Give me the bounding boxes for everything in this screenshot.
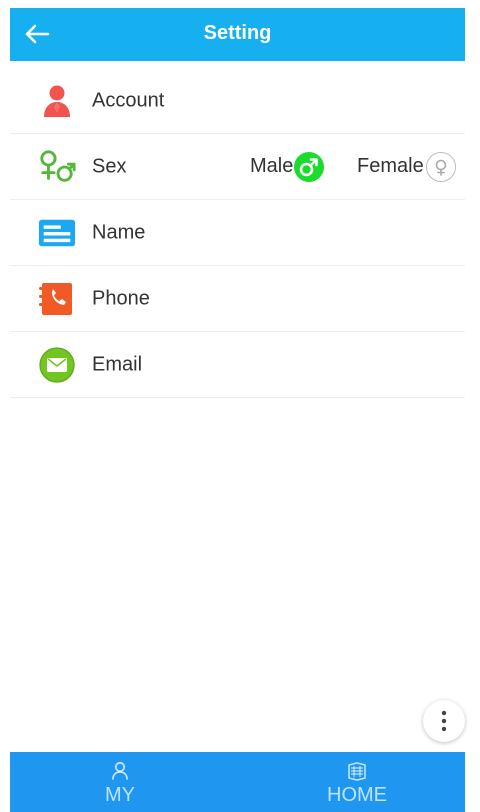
sex-icon [38,148,76,186]
settings-row-email[interactable]: Email [10,332,465,398]
settings-row-sex[interactable]: Sex Male Female [10,134,465,200]
settings-screen: Setting Account Sex Male Female Name Pho… [10,8,465,812]
person-icon [112,761,128,780]
settings-row-name[interactable]: Name [10,200,465,266]
settings-row-phone[interactable]: Phone [10,266,465,332]
nav-label-my: MY [105,784,135,806]
name-card-icon [38,214,76,252]
settings-row-label: Email [92,353,143,375]
female-label: Female [357,155,424,177]
more-options-button[interactable] [423,700,465,742]
account-icon [38,82,76,120]
bottom-navigation: MY HOME [10,752,465,812]
male-label: Male [250,155,294,177]
top-app-bar: Setting [10,8,465,61]
female-option[interactable]: Female [357,147,456,187]
settings-row-label: Phone [92,287,150,309]
settings-list: Account Sex Male Female Name Phone Email [10,68,465,398]
nav-label-home: HOME [327,784,387,806]
nav-item-my[interactable]: MY [60,752,180,812]
more-vertical-icon [441,710,447,732]
nav-item-home[interactable]: HOME [297,752,417,812]
home-icon [348,762,366,781]
sex-selector: Male Female [250,147,465,187]
email-icon [38,346,76,384]
male-selected-icon [294,151,325,182]
page-title: Setting [203,22,272,44]
female-icon [425,151,456,182]
settings-row-account[interactable]: Account [10,68,465,134]
settings-row-label: Name [92,221,146,243]
settings-row-label: Account [92,89,165,111]
settings-row-label: Sex [92,155,127,177]
phone-book-icon [38,280,76,318]
male-option[interactable]: Male [250,147,325,187]
